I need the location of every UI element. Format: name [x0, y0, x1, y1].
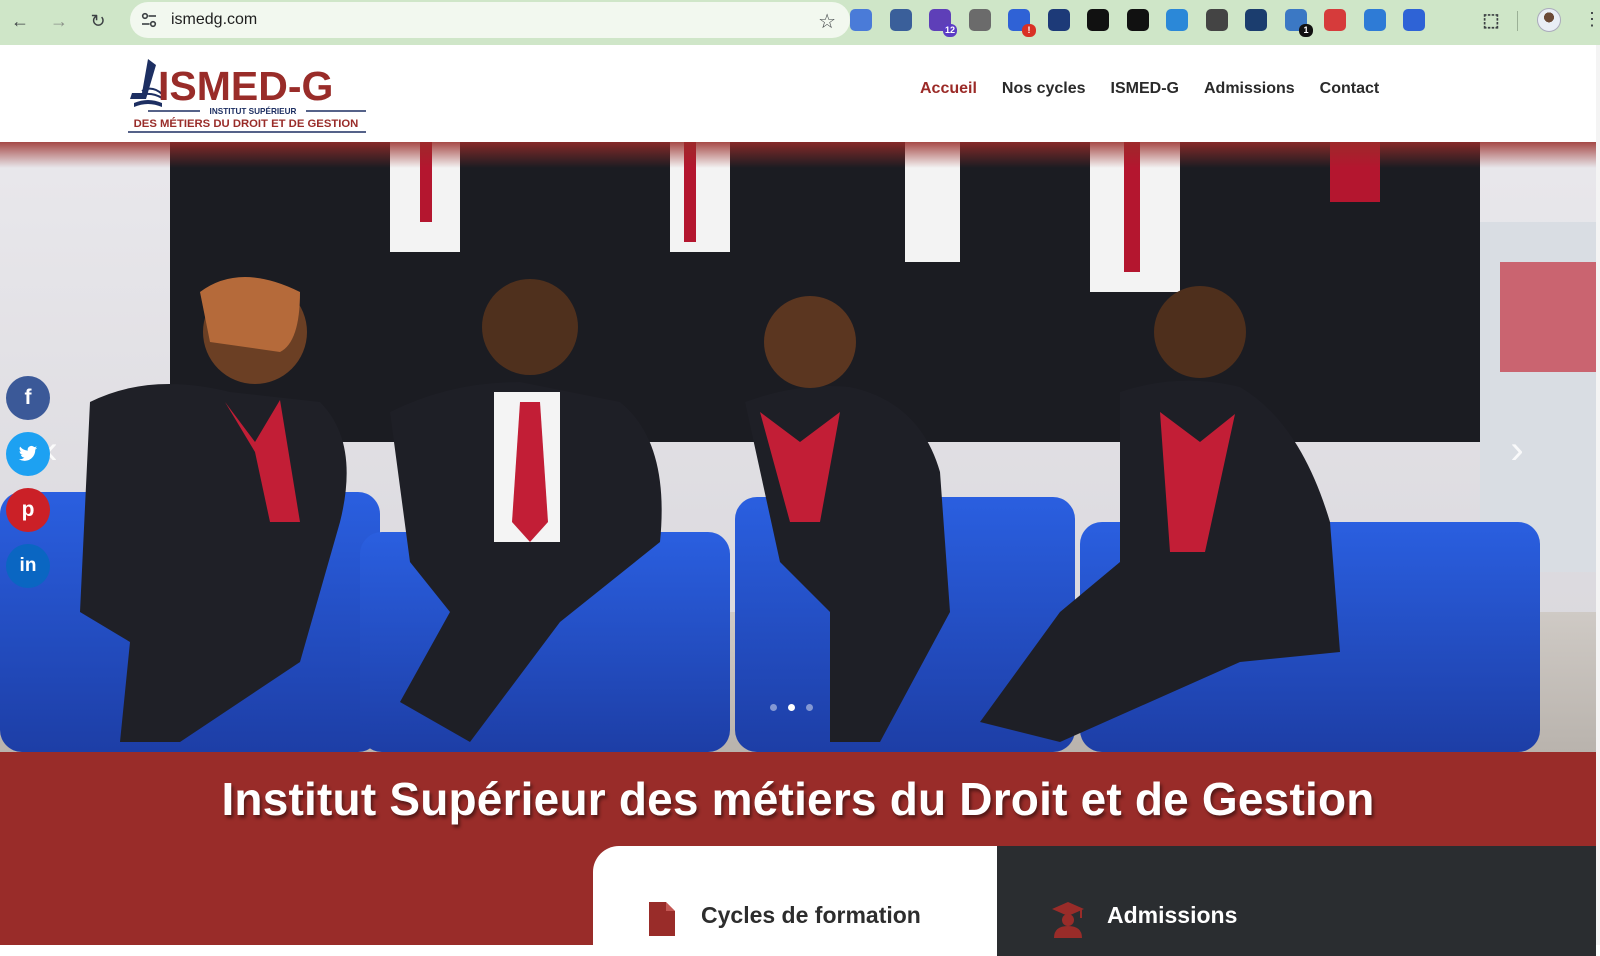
- extension-7-icon[interactable]: [1087, 9, 1109, 31]
- slider-next-icon[interactable]: ›: [1502, 428, 1532, 472]
- extension-11-icon[interactable]: [1245, 9, 1267, 31]
- extension-15-icon[interactable]: [1403, 9, 1425, 31]
- url-text[interactable]: ismedg.com: [171, 11, 257, 29]
- reload-icon[interactable]: ↻: [86, 9, 110, 33]
- extension-8-icon[interactable]: [1127, 9, 1149, 31]
- bookmark-star-icon[interactable]: ☆: [818, 9, 836, 34]
- extension-12-icon[interactable]: 1: [1285, 9, 1313, 37]
- site-logo[interactable]: ISMED-G INSTITUT SUPÉRIEUR DES MÉTIERS D…: [128, 53, 376, 137]
- linkedin-icon: in: [19, 555, 37, 576]
- slider-dot-1[interactable]: [770, 704, 777, 711]
- extensions-puzzle-icon[interactable]: ⬚: [1480, 9, 1502, 31]
- slider-dot-2[interactable]: [788, 704, 795, 711]
- hero-slider: ‹ ›: [0, 142, 1596, 752]
- address-bar[interactable]: ismedg.com ☆: [130, 2, 850, 38]
- browser-menu-icon[interactable]: ⋮: [1583, 9, 1600, 30]
- facebook-share-button[interactable]: f: [6, 376, 50, 420]
- extension-5-icon[interactable]: !: [1008, 9, 1036, 37]
- extension-3-badge: 12: [942, 24, 957, 37]
- admissions-card-label: Admissions: [1107, 902, 1238, 928]
- logo-wordmark: ISMED-G: [158, 63, 333, 109]
- hero-photo: [0, 142, 1596, 752]
- extension-14-icon[interactable]: [1364, 9, 1386, 31]
- extension-9-icon[interactable]: [1166, 9, 1188, 31]
- nav-item-4[interactable]: Contact: [1320, 80, 1380, 98]
- slider-pagination: [770, 704, 813, 711]
- nav-item-2[interactable]: ISMED-G: [1111, 80, 1179, 98]
- back-icon[interactable]: ←: [8, 9, 32, 33]
- banner-title: Institut Supérieur des métiers du Droit …: [221, 773, 1375, 825]
- extension-13-icon[interactable]: [1324, 9, 1346, 31]
- facebook-icon: f: [24, 386, 32, 409]
- logo-line-1: INSTITUT SUPÉRIEUR: [210, 106, 297, 116]
- extension-12-badge: 1: [1299, 24, 1313, 37]
- browser-toolbar: ← → ↻ ismedg.com ☆ 12! 1 ⬚ ⋮: [0, 0, 1600, 45]
- intro-banner: Institut Supérieur des métiers du Droit …: [0, 752, 1596, 956]
- nav-item-0[interactable]: Accueil: [920, 80, 977, 98]
- nav-item-3[interactable]: Admissions: [1204, 80, 1295, 98]
- pinterest-icon: p: [21, 498, 35, 521]
- extension-10-icon[interactable]: [1206, 9, 1228, 31]
- extension-1-icon[interactable]: [850, 9, 872, 31]
- forward-icon[interactable]: →: [47, 9, 71, 33]
- pinterest-share-button[interactable]: p: [6, 488, 50, 532]
- extension-6-icon[interactable]: [1048, 9, 1070, 31]
- page-scrollbar[interactable]: [1596, 45, 1600, 945]
- document-icon: [649, 902, 675, 936]
- profile-avatar[interactable]: [1537, 8, 1561, 32]
- extension-4-icon[interactable]: [969, 9, 991, 31]
- slider-dot-3[interactable]: [806, 704, 813, 711]
- admissions-card[interactable]: Admissions: [997, 846, 1596, 956]
- toolbar-divider: [1517, 11, 1518, 31]
- twitter-share-button[interactable]: [6, 432, 50, 476]
- main-navigation: Accueil Nos cycles ISMED-G Admissions Contac…: [920, 80, 1404, 98]
- extension-3-icon[interactable]: 12: [929, 9, 957, 37]
- extension-5-badge: !: [1022, 24, 1036, 37]
- graduate-icon: [1052, 902, 1084, 938]
- logo-line-2: DES MÉTIERS DU DROIT ET DE GESTION: [134, 117, 359, 130]
- cycles-card[interactable]: Cycles de formation: [593, 846, 997, 956]
- site-header: ISMED-G INSTITUT SUPÉRIEUR DES MÉTIERS D…: [0, 45, 1600, 142]
- linkedin-share-button[interactable]: in: [6, 544, 50, 588]
- cycles-card-label: Cycles de formation: [701, 902, 921, 928]
- twitter-bird-icon: [18, 445, 38, 461]
- nav-item-1[interactable]: Nos cycles: [1002, 80, 1086, 98]
- extension-2-icon[interactable]: [890, 9, 912, 31]
- site-info-icon[interactable]: [140, 11, 158, 29]
